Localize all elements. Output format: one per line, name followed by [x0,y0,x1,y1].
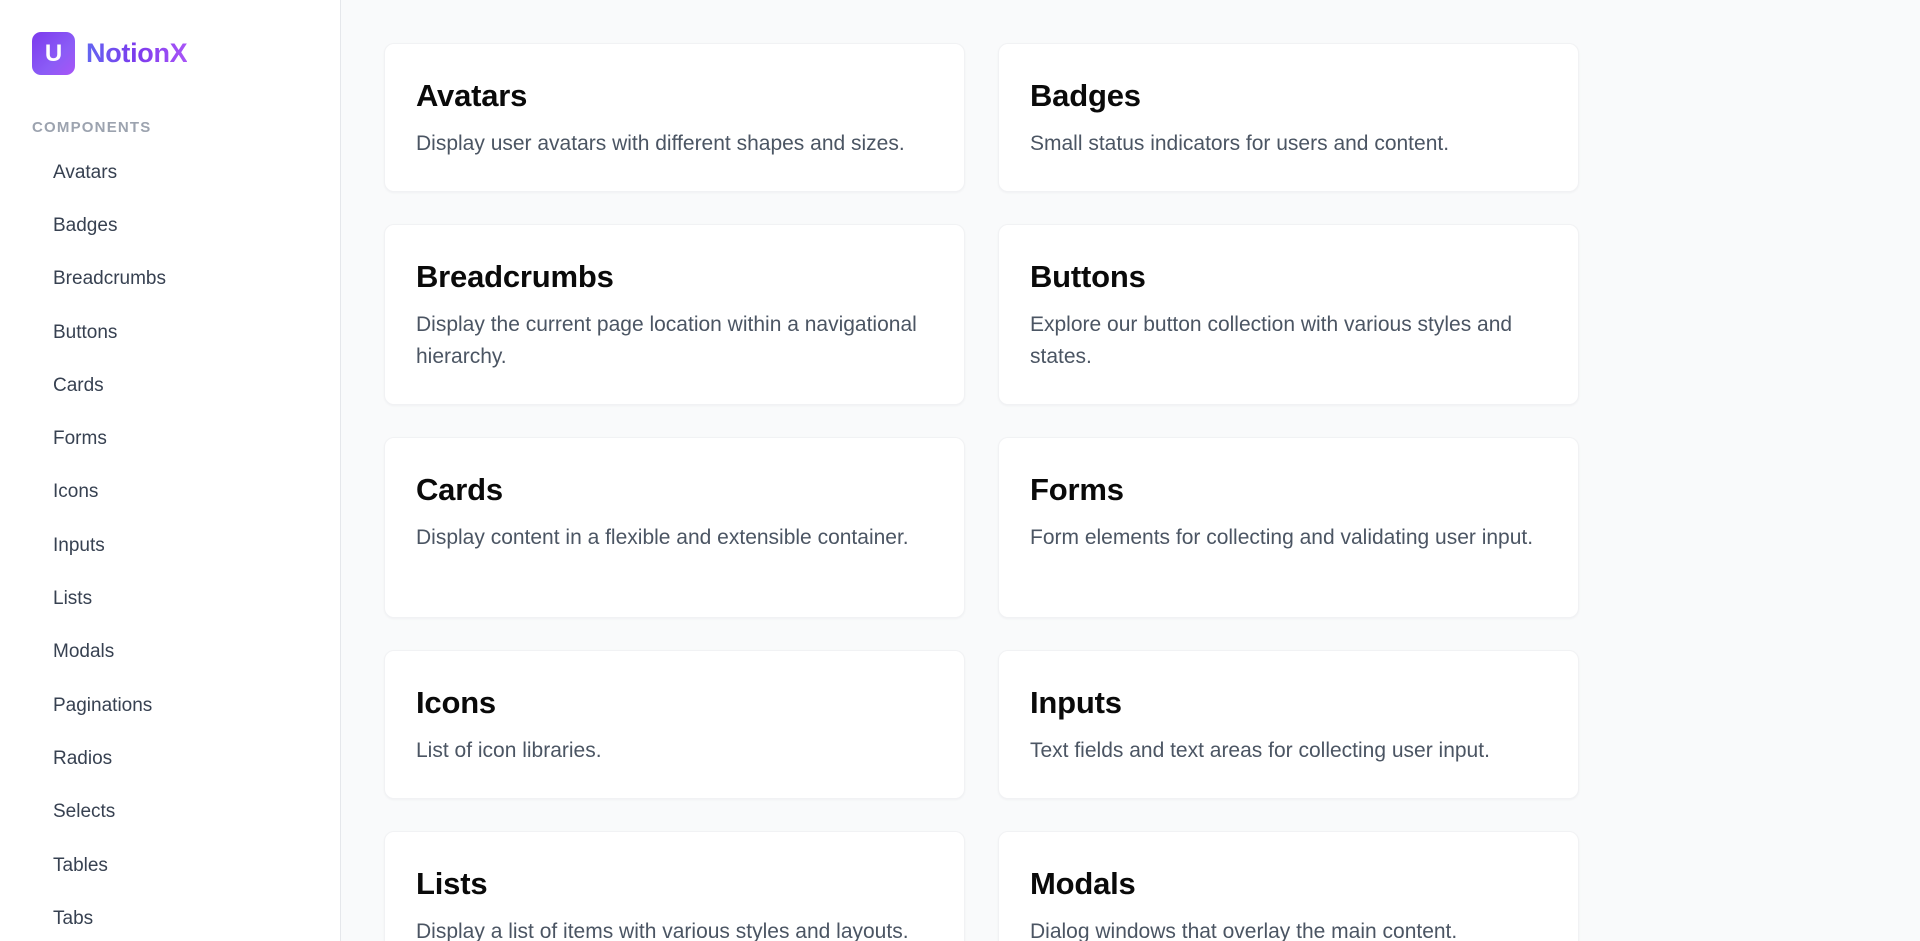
sidebar-item-badges[interactable]: Badges [32,199,322,252]
card-title: Icons [416,685,496,720]
card-title: Badges [1030,78,1141,113]
card-title: Modals [1030,866,1136,901]
sidebar-item-modals[interactable]: Modals [32,626,322,679]
card-description: Display content in a flexible and extens… [416,525,909,549]
card-inputs[interactable]: Inputs Text fields and text areas for co… [998,650,1579,799]
sidebar-item-avatars[interactable]: Avatars [32,146,322,199]
card-modals[interactable]: Modals Dialog windows that overlay the m… [998,831,1579,941]
component-card-grid: Avatars Display user avatars with differ… [384,43,1579,941]
card-description: Text fields and text areas for collectin… [1030,738,1490,762]
sidebar-item-lists[interactable]: Lists [32,572,322,625]
sidebar-item-tables[interactable]: Tables [32,839,322,892]
card-description: Dialog windows that overlay the main con… [1030,919,1458,941]
card-title: Breadcrumbs [416,259,614,294]
card-badges[interactable]: Badges Small status indicators for users… [998,43,1579,192]
sidebar-item-buttons[interactable]: Buttons [32,306,322,359]
app-root: U NotionX COMPONENTS Avatars Badges Brea… [0,0,1920,941]
sidebar-item-breadcrumbs[interactable]: Breadcrumbs [32,253,322,306]
brand[interactable]: U NotionX [32,32,188,75]
card-description: List of icon libraries. [416,738,602,762]
card-title: Avatars [416,78,528,113]
sidebar-item-paginations[interactable]: Paginations [32,679,322,732]
card-icons[interactable]: Icons List of icon libraries. [384,650,965,799]
card-title: Buttons [1030,259,1146,294]
card-cards[interactable]: Cards Display content in a flexible and … [384,437,965,618]
card-breadcrumbs[interactable]: Breadcrumbs Display the current page loc… [384,224,965,405]
brand-logo: U [32,32,75,75]
card-forms[interactable]: Forms Form elements for collecting and v… [998,437,1579,618]
card-description: Small status indicators for users and co… [1030,131,1450,155]
sidebar: U NotionX COMPONENTS Avatars Badges Brea… [0,0,341,941]
card-description: Form elements for collecting and validat… [1030,525,1534,549]
card-description: Display user avatars with different shap… [416,131,905,155]
card-title: Cards [416,472,503,507]
sidebar-item-radios[interactable]: Radios [32,732,322,785]
card-title: Lists [416,866,488,901]
card-lists[interactable]: Lists Display a list of items with vario… [384,831,965,941]
card-description: Display a list of items with various sty… [416,919,909,941]
card-avatars[interactable]: Avatars Display user avatars with differ… [384,43,965,192]
sidebar-item-cards[interactable]: Cards [32,359,322,412]
card-title: Forms [1030,472,1124,507]
sidebar-item-tabs[interactable]: Tabs [32,892,322,941]
main-content: Avatars Display user avatars with differ… [341,0,1920,941]
sidebar-item-selects[interactable]: Selects [32,786,322,839]
card-buttons[interactable]: Buttons Explore our button collection wi… [998,224,1579,405]
sidebar-item-icons[interactable]: Icons [32,466,322,519]
card-description: Explore our button collection with vario… [1030,312,1513,368]
card-title: Inputs [1030,685,1122,720]
sidebar-section-label: COMPONENTS [32,119,152,136]
brand-name: NotionX [86,38,188,68]
sidebar-nav: Avatars Badges Breadcrumbs Buttons Cards… [32,146,322,941]
card-description: Display the current page location within… [416,312,917,368]
sidebar-item-forms[interactable]: Forms [32,412,322,465]
sidebar-item-inputs[interactable]: Inputs [32,519,322,572]
